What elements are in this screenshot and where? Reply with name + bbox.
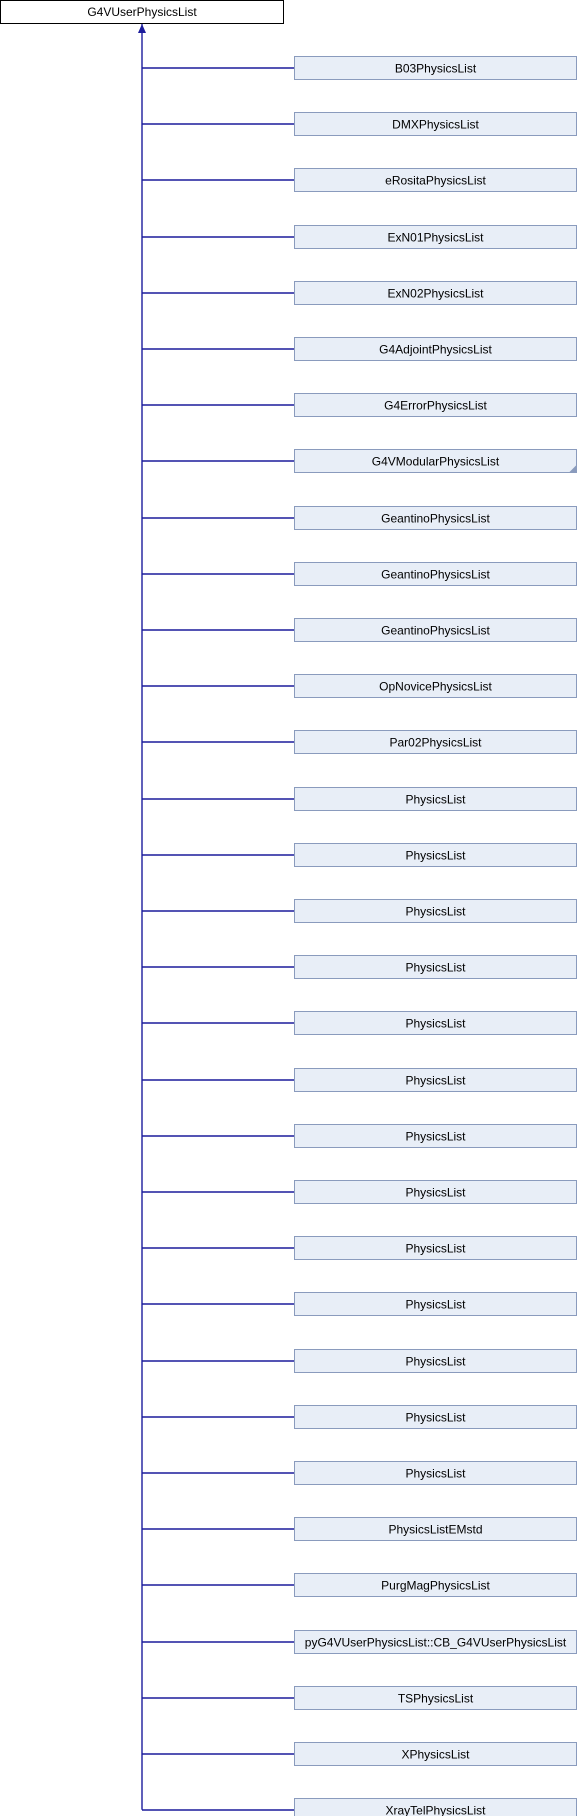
derived-class-node[interactable]: DMXPhysicsList xyxy=(294,112,577,136)
derived-class-node[interactable]: PhysicsList xyxy=(294,1292,577,1316)
base-class-label: G4VUserPhysicsList xyxy=(87,5,197,19)
derived-class-node[interactable]: eRositaPhysicsList xyxy=(294,168,577,192)
derived-class-label: PhysicsList xyxy=(405,1411,466,1425)
derived-classes: B03PhysicsList DMXPhysicsList eRositaPhysi… xyxy=(294,56,577,1816)
derived-class-node[interactable]: PhysicsList xyxy=(294,1180,577,1204)
derived-class-node[interactable]: Par02PhysicsList xyxy=(294,730,577,754)
inheritance-edges xyxy=(138,24,294,1811)
derived-class-label: Par02PhysicsList xyxy=(389,736,482,750)
derived-class-label: GeantinoPhysicsList xyxy=(381,568,490,582)
derived-class-label: PhysicsListEMstd xyxy=(388,1523,482,1537)
derived-class-node[interactable]: XrayTelPhysicsList xyxy=(294,1798,577,1816)
derived-class-label: B03PhysicsList xyxy=(395,62,477,76)
derived-class-node[interactable]: TSPhysicsList xyxy=(294,1686,577,1710)
derived-class-label: XPhysicsList xyxy=(401,1748,470,1762)
derived-class-label: eRositaPhysicsList xyxy=(385,174,486,188)
derived-class-label: PhysicsList xyxy=(405,1017,466,1031)
derived-class-label: PhysicsList xyxy=(405,1186,466,1200)
derived-class-label: PhysicsList xyxy=(405,849,466,863)
derived-class-label: PhysicsList xyxy=(405,1298,466,1312)
derived-class-label: G4ErrorPhysicsList xyxy=(384,399,487,413)
derived-class-node[interactable]: B03PhysicsList xyxy=(294,56,577,80)
derived-class-label: ExN02PhysicsList xyxy=(387,287,484,301)
derived-class-label: PhysicsList xyxy=(405,1074,466,1088)
derived-class-node[interactable]: PhysicsList xyxy=(294,1124,577,1148)
derived-class-node[interactable]: PhysicsListEMstd xyxy=(294,1517,577,1541)
derived-class-label: GeantinoPhysicsList xyxy=(381,624,490,638)
derived-class-label: G4AdjointPhysicsList xyxy=(379,343,492,357)
derived-class-node[interactable]: G4ErrorPhysicsList xyxy=(294,393,577,417)
derived-class-label: PhysicsList xyxy=(405,1467,466,1481)
derived-class-label: PhysicsList xyxy=(405,793,466,807)
derived-class-node[interactable]: ExN01PhysicsList xyxy=(294,225,577,249)
derived-class-node[interactable]: PhysicsList xyxy=(294,1461,577,1485)
derived-class-node[interactable]: GeantinoPhysicsList xyxy=(294,506,577,530)
derived-class-label: PurgMagPhysicsList xyxy=(381,1579,490,1593)
derived-class-label: PhysicsList xyxy=(405,1242,466,1256)
base-class-node[interactable]: G4VUserPhysicsList xyxy=(0,0,284,24)
inheritance-diagram: G4VUserPhysicsList B03PhysicsList DMXPhys… xyxy=(0,0,577,1816)
derived-class-node[interactable]: XPhysicsList xyxy=(294,1742,577,1766)
derived-class-label: G4VModularPhysicsList xyxy=(372,455,500,469)
derived-class-node[interactable]: PhysicsList xyxy=(294,1068,577,1092)
derived-class-node[interactable]: PhysicsList xyxy=(294,955,577,979)
derived-class-node[interactable]: GeantinoPhysicsList xyxy=(294,618,577,642)
derived-class-node[interactable]: G4VModularPhysicsList xyxy=(294,449,577,473)
derived-class-label: PhysicsList xyxy=(405,905,466,919)
derived-class-label: PhysicsList xyxy=(405,1130,466,1144)
derived-class-node[interactable]: PhysicsList xyxy=(294,1011,577,1035)
derived-class-node[interactable]: OpNovicePhysicsList xyxy=(294,674,577,698)
derived-class-node[interactable]: PhysicsList xyxy=(294,787,577,811)
derived-class-node[interactable]: PhysicsList xyxy=(294,1405,577,1429)
derived-class-label: TSPhysicsList xyxy=(398,1692,474,1706)
derived-class-node[interactable]: PhysicsList xyxy=(294,843,577,867)
derived-class-label: PhysicsList xyxy=(405,961,466,975)
derived-class-label: GeantinoPhysicsList xyxy=(381,512,490,526)
derived-class-label: DMXPhysicsList xyxy=(392,118,479,132)
derived-class-node[interactable]: PurgMagPhysicsList xyxy=(294,1573,577,1597)
derived-class-label: OpNovicePhysicsList xyxy=(379,680,492,694)
derived-class-label: PhysicsList xyxy=(405,1355,466,1369)
derived-class-label: XrayTelPhysicsList xyxy=(385,1804,486,1816)
derived-class-node[interactable]: PhysicsList xyxy=(294,899,577,923)
derived-class-node[interactable]: GeantinoPhysicsList xyxy=(294,562,577,586)
derived-class-node[interactable]: PhysicsList xyxy=(294,1349,577,1373)
derived-class-label: ExN01PhysicsList xyxy=(387,231,484,245)
derived-class-node[interactable]: ExN02PhysicsList xyxy=(294,281,577,305)
inheritance-arrowhead xyxy=(138,24,146,33)
derived-class-label: pyG4VUserPhysicsList::CB_G4VUserPhysicsL… xyxy=(305,1636,567,1650)
derived-class-node[interactable]: G4AdjointPhysicsList xyxy=(294,337,577,361)
derived-class-node[interactable]: pyG4VUserPhysicsList::CB_G4VUserPhysicsL… xyxy=(294,1630,577,1654)
derived-class-node[interactable]: PhysicsList xyxy=(294,1236,577,1260)
